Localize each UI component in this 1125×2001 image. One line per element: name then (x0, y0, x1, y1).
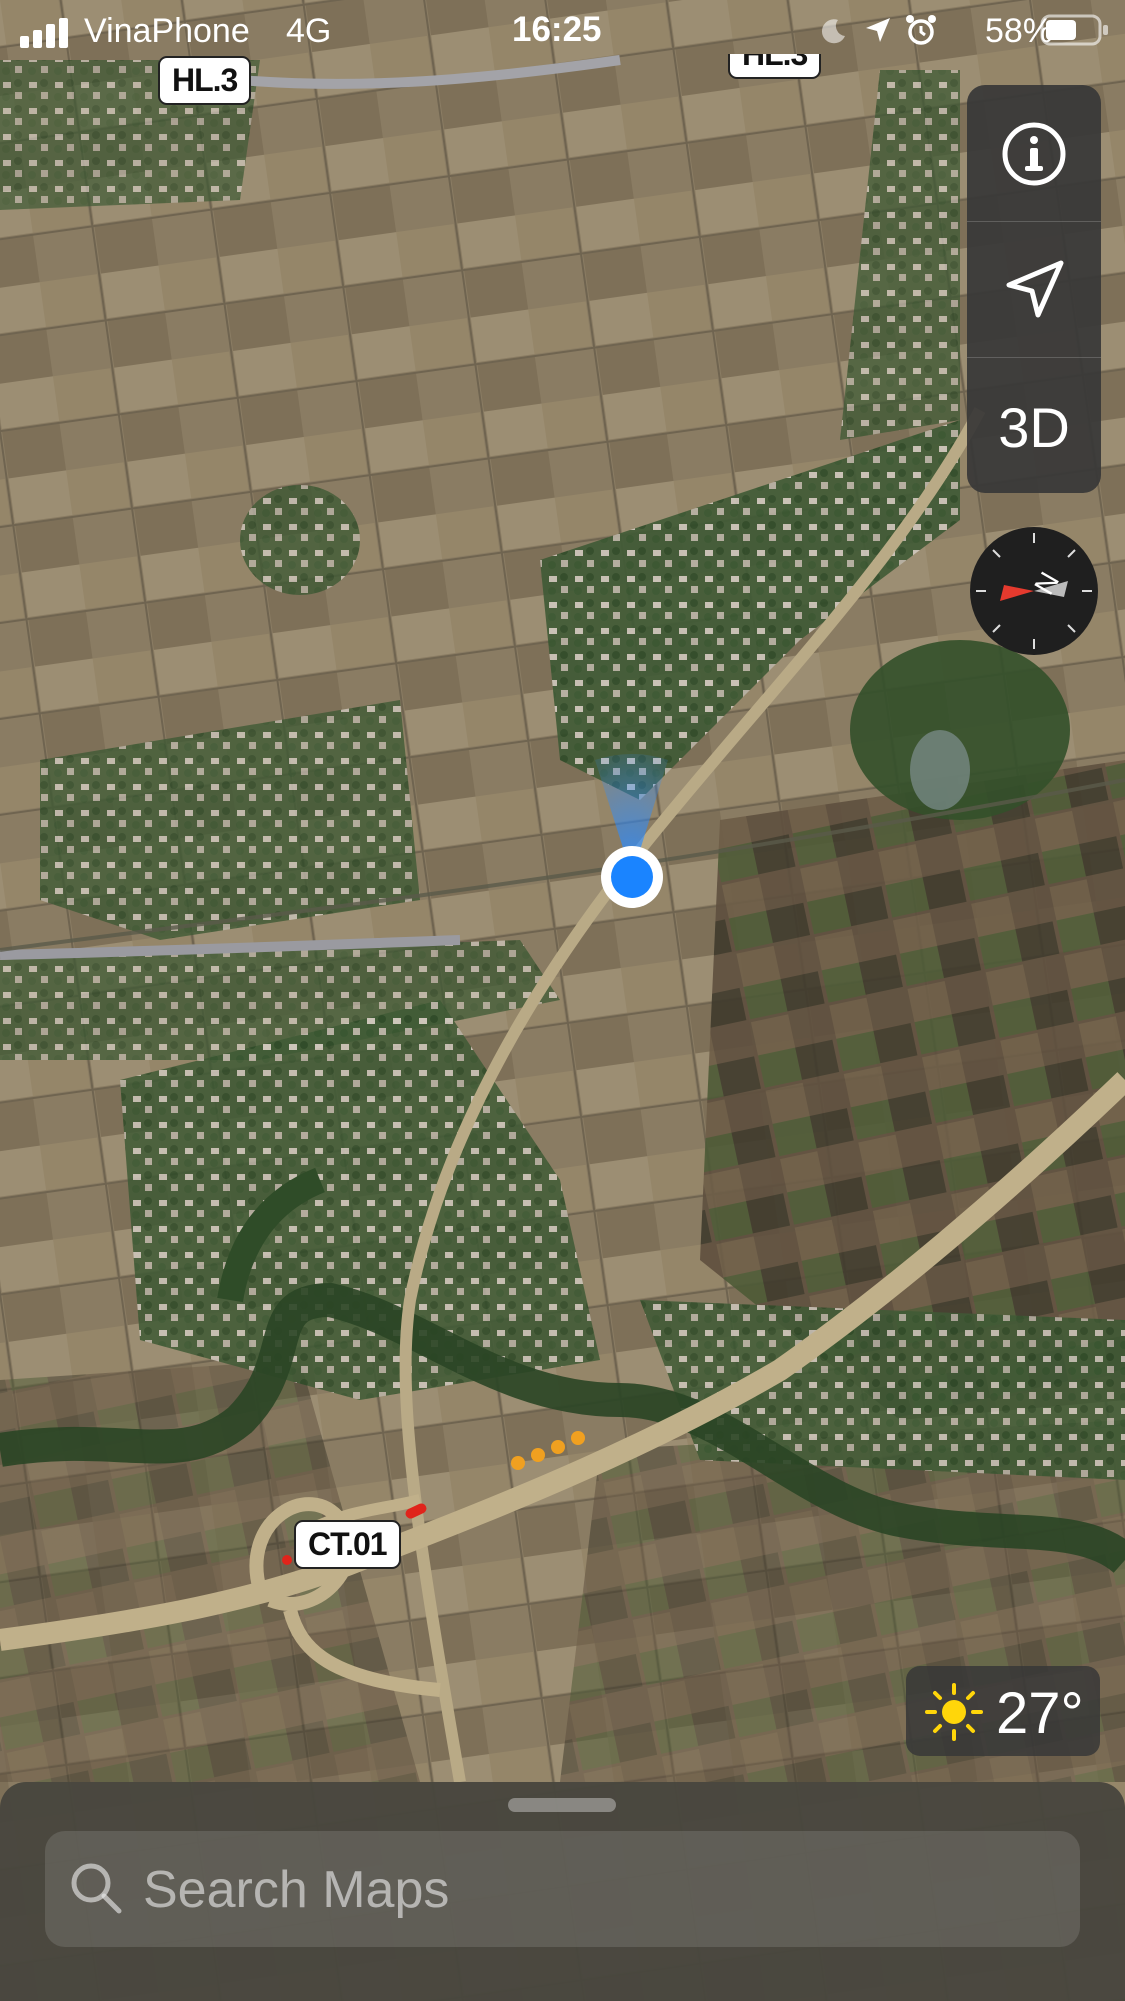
status-bar: VinaPhone 4G 16:25 58% (0, 0, 1125, 62)
search-icon (71, 1863, 122, 1914)
3d-view-button[interactable]: 3D (967, 357, 1101, 493)
road-label-hl3-top-left: HL.3 (158, 56, 252, 105)
info-icon (1002, 122, 1066, 186)
info-button[interactable] (967, 85, 1101, 221)
sun-icon (925, 1683, 983, 1741)
locate-me-button[interactable] (967, 221, 1101, 357)
search-sheet[interactable] (0, 1782, 1125, 2001)
clock: 16:25 (512, 10, 602, 49)
location-arrow-icon (866, 18, 890, 42)
search-input[interactable] (141, 1831, 1045, 1949)
map-controls: 3D (967, 85, 1101, 493)
3d-label: 3D (998, 396, 1070, 459)
location-arrow-icon (1006, 260, 1064, 318)
sheet-grabber[interactable] (508, 1798, 616, 1812)
temperature: 27° (996, 1681, 1084, 1746)
alarm-icon (906, 15, 936, 45)
search-bar[interactable] (45, 1831, 1080, 1949)
carrier-name: VinaPhone (84, 12, 250, 50)
network-type: 4G (286, 12, 332, 50)
road-label-ct01: CT.01 (294, 1520, 401, 1569)
moon-icon (821, 19, 845, 44)
compass-icon[interactable]: N (968, 525, 1100, 657)
battery-icon (1040, 14, 1108, 46)
weather-widget[interactable]: 27° (906, 1666, 1100, 1756)
